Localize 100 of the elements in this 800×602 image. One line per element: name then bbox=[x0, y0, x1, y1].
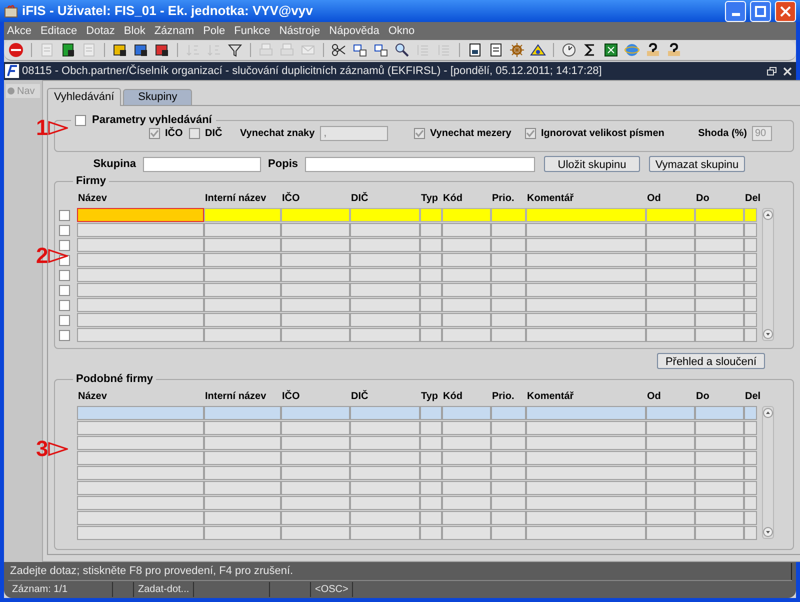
table-cell[interactable] bbox=[281, 298, 350, 312]
table-cell[interactable] bbox=[646, 238, 695, 252]
table-cell[interactable] bbox=[526, 313, 646, 327]
tab[interactable]: Vyhledávání bbox=[47, 88, 122, 106]
table-cell[interactable] bbox=[77, 451, 204, 465]
table-cell[interactable] bbox=[204, 481, 281, 495]
table-cell[interactable] bbox=[695, 253, 744, 267]
triangle-icon[interactable] bbox=[530, 42, 546, 58]
table-cell[interactable] bbox=[350, 451, 420, 465]
table-cell[interactable] bbox=[420, 466, 442, 480]
table-cell[interactable] bbox=[526, 208, 646, 222]
table-cell[interactable] bbox=[695, 268, 744, 282]
checkbox[interactable] bbox=[59, 240, 70, 250]
table-cell[interactable] bbox=[695, 283, 744, 297]
table-cell[interactable] bbox=[646, 298, 695, 312]
table-cell[interactable] bbox=[442, 298, 491, 312]
table-cell[interactable] bbox=[744, 298, 757, 312]
table-cell[interactable] bbox=[491, 328, 526, 342]
scroll-up-icon[interactable] bbox=[763, 210, 773, 220]
menu-item[interactable]: Akce bbox=[7, 22, 32, 40]
table-cell[interactable] bbox=[77, 328, 204, 342]
menu-item[interactable]: Funkce bbox=[234, 22, 270, 40]
clock-icon[interactable] bbox=[561, 42, 577, 58]
table-cell[interactable] bbox=[281, 208, 350, 222]
table-cell[interactable] bbox=[491, 238, 526, 252]
table-cell[interactable] bbox=[744, 223, 757, 237]
table-cell[interactable] bbox=[491, 436, 526, 450]
table-cell[interactable] bbox=[350, 253, 420, 267]
table-cell[interactable] bbox=[526, 328, 646, 342]
table-cell[interactable] bbox=[744, 406, 757, 420]
table-cell[interactable] bbox=[695, 328, 744, 342]
table-cell[interactable] bbox=[646, 208, 695, 222]
table-cell[interactable] bbox=[350, 406, 420, 420]
table-cell[interactable] bbox=[77, 481, 204, 495]
table-cell[interactable] bbox=[695, 511, 744, 525]
table-cell[interactable] bbox=[442, 208, 491, 222]
table-cell[interactable] bbox=[77, 406, 204, 420]
table-cell[interactable] bbox=[204, 298, 281, 312]
table-cell[interactable] bbox=[420, 406, 442, 420]
table-cell[interactable] bbox=[526, 436, 646, 450]
table-cell[interactable] bbox=[646, 268, 695, 282]
table-cell[interactable] bbox=[526, 238, 646, 252]
table-cell[interactable] bbox=[695, 466, 744, 480]
table-cell[interactable] bbox=[420, 238, 442, 252]
input-field[interactable] bbox=[143, 156, 261, 172]
table-cell[interactable] bbox=[744, 253, 757, 267]
checkbox[interactable] bbox=[59, 284, 70, 296]
table-cell[interactable] bbox=[350, 496, 420, 510]
table-cell[interactable] bbox=[744, 283, 757, 297]
table-cell[interactable] bbox=[281, 223, 350, 237]
table-cell[interactable] bbox=[420, 253, 442, 267]
table-cell[interactable] bbox=[281, 283, 350, 297]
checkbox[interactable] bbox=[59, 224, 70, 236]
merge-button[interactable]: Přehled a sloučení bbox=[657, 353, 765, 369]
table-cell[interactable] bbox=[350, 313, 420, 327]
spreadsheet-icon[interactable] bbox=[603, 42, 619, 58]
restore-icon[interactable] bbox=[767, 66, 777, 76]
table-cell[interactable] bbox=[281, 406, 350, 420]
table-cell[interactable] bbox=[281, 238, 350, 252]
table-cell[interactable] bbox=[744, 313, 757, 327]
menu-item[interactable]: Dotaz bbox=[86, 22, 115, 40]
table-cell[interactable] bbox=[526, 481, 646, 495]
help-icon[interactable] bbox=[645, 42, 661, 58]
table-cell[interactable] bbox=[350, 283, 420, 297]
table-cell[interactable] bbox=[204, 238, 281, 252]
table-cell[interactable] bbox=[281, 526, 350, 540]
table-cell[interactable] bbox=[204, 283, 281, 297]
menu-item[interactable]: Editace bbox=[40, 22, 78, 40]
button[interactable]: Uložit skupinu bbox=[544, 156, 640, 172]
table-cell[interactable] bbox=[491, 466, 526, 480]
table-cell[interactable] bbox=[204, 496, 281, 510]
table-cell[interactable] bbox=[526, 298, 646, 312]
table-cell[interactable] bbox=[526, 466, 646, 480]
table-cell[interactable] bbox=[77, 298, 204, 312]
table-cell[interactable] bbox=[442, 406, 491, 420]
table-cell[interactable] bbox=[695, 496, 744, 510]
table-cell[interactable] bbox=[77, 208, 204, 222]
table-cell[interactable] bbox=[204, 421, 281, 435]
table-cell[interactable] bbox=[695, 313, 744, 327]
table-cell[interactable] bbox=[491, 526, 526, 540]
table-cell[interactable] bbox=[420, 208, 442, 222]
table-cell[interactable] bbox=[526, 223, 646, 237]
filter-icon[interactable] bbox=[227, 42, 243, 58]
search-icon[interactable] bbox=[394, 42, 410, 58]
menu-item[interactable]: Pole bbox=[203, 22, 226, 40]
table-cell[interactable] bbox=[646, 283, 695, 297]
table-cell[interactable] bbox=[526, 253, 646, 267]
table-cell[interactable] bbox=[281, 511, 350, 525]
table-cell[interactable] bbox=[526, 268, 646, 282]
table-cell[interactable] bbox=[350, 223, 420, 237]
table-cell[interactable] bbox=[204, 328, 281, 342]
table-cell[interactable] bbox=[281, 451, 350, 465]
table-cell[interactable] bbox=[491, 406, 526, 420]
table-cell[interactable] bbox=[695, 238, 744, 252]
table-cell[interactable] bbox=[744, 481, 757, 495]
table-cell[interactable] bbox=[442, 511, 491, 525]
menu-item[interactable]: Blok bbox=[124, 22, 146, 40]
table-cell[interactable] bbox=[350, 238, 420, 252]
scrollbar[interactable] bbox=[762, 208, 774, 340]
checkbox[interactable] bbox=[149, 128, 160, 139]
